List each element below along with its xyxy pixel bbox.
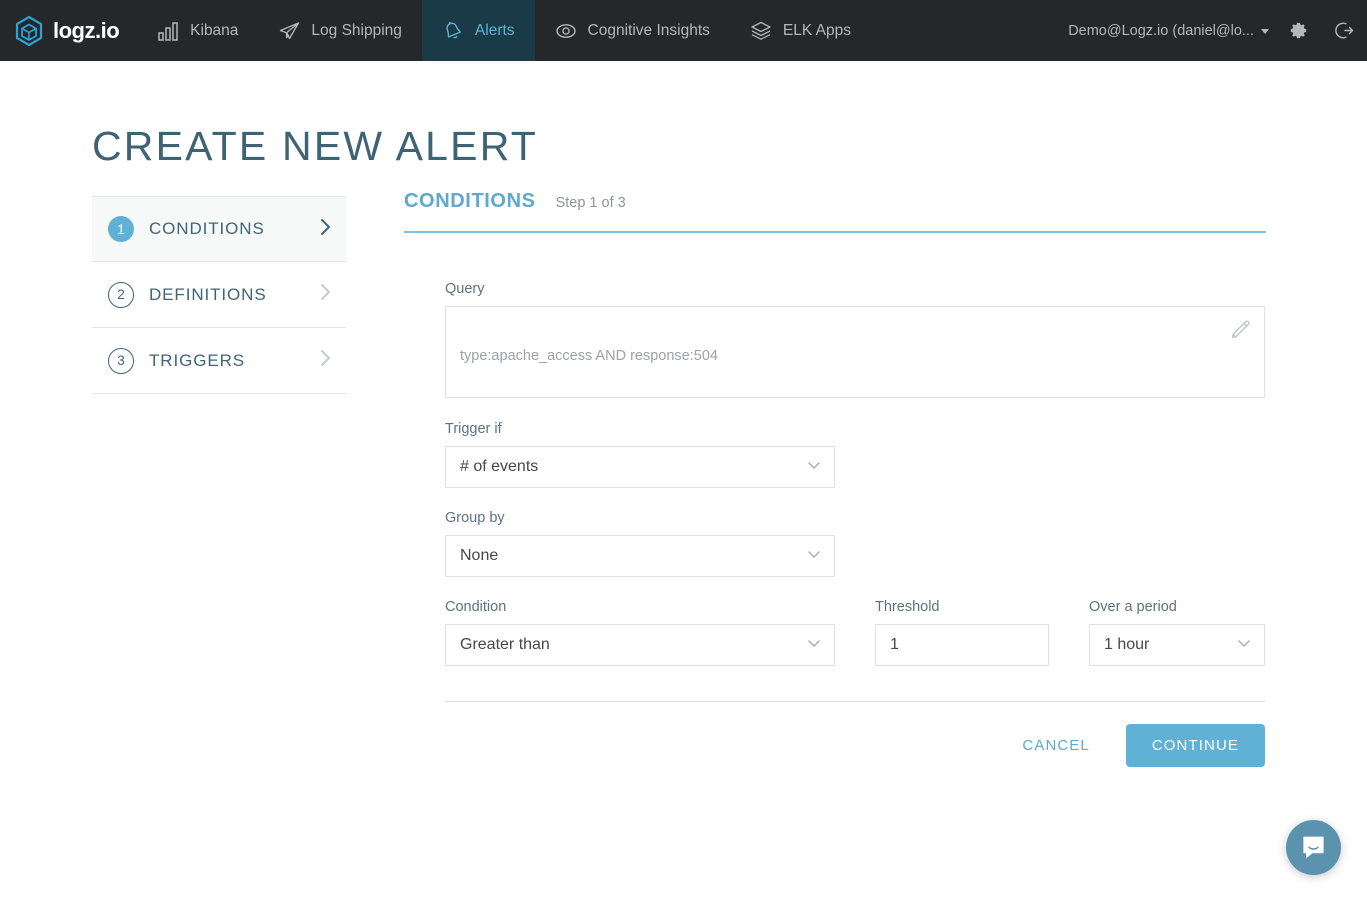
bell-icon <box>442 20 464 42</box>
threshold-group: Threshold 1 <box>875 599 1049 666</box>
chevron-right-icon <box>319 348 332 373</box>
condition-value: Greater than <box>460 636 550 653</box>
chat-bubble-icon <box>1300 834 1327 861</box>
nav-label-elk-apps: ELK Apps <box>782 21 851 39</box>
panel-step-indicator: Step 1 of 3 <box>555 195 626 211</box>
sidebar-step-label-definitions: DEFINITIONS <box>149 284 267 304</box>
step-badge-2: 2 <box>108 281 134 308</box>
continue-button[interactable]: CONTINUE <box>1125 724 1265 767</box>
group-by-select[interactable]: None <box>445 535 835 577</box>
nav-item-elk-apps[interactable]: ELK Apps <box>730 0 871 61</box>
logout-icon <box>1334 20 1355 41</box>
nav-label-cognitive-insights: Cognitive Insights <box>587 21 710 39</box>
condition-select[interactable]: Greater than <box>445 624 835 666</box>
group-by-label: Group by <box>445 510 505 526</box>
user-account-label: Demo@Logz.io (daniel@lo... <box>1068 22 1254 39</box>
chevron-right-icon <box>319 282 332 307</box>
condition-row: Condition Greater than Threshold 1 Over … <box>445 599 1266 666</box>
chat-launcher-button[interactable] <box>1286 820 1341 875</box>
gear-icon <box>1288 20 1309 41</box>
threshold-label: Threshold <box>875 599 940 615</box>
logout-button[interactable] <box>1321 0 1367 61</box>
cancel-button[interactable]: CANCEL <box>1004 725 1107 766</box>
bar-chart-icon <box>157 20 179 42</box>
chevron-down-icon <box>806 546 834 567</box>
nav-label-kibana: Kibana <box>190 21 239 39</box>
logzio-cube-icon <box>14 15 44 47</box>
top-navigation-bar: logz.io Kibana Log Shipping Alerts Cogni… <box>0 0 1367 61</box>
trigger-if-select[interactable]: # of events <box>445 446 835 488</box>
conditions-panel: CONDITIONS Step 1 of 3 Query type:apache… <box>404 190 1266 767</box>
group-by-value: None <box>460 547 499 564</box>
condition-label: Condition <box>445 599 507 615</box>
nav-item-alerts[interactable]: Alerts <box>421 0 535 61</box>
panel-title: CONDITIONS <box>404 190 536 212</box>
logzio-brand[interactable]: logz.io <box>0 0 137 61</box>
settings-button[interactable] <box>1275 0 1321 61</box>
panel-header: CONDITIONS Step 1 of 3 <box>404 190 1266 233</box>
query-label: Query <box>445 281 485 297</box>
trigger-if-value: # of events <box>460 458 539 475</box>
sidebar-step-definitions[interactable]: 2 DEFINITIONS <box>92 262 346 328</box>
threshold-input[interactable]: 1 <box>875 624 1049 666</box>
group-by-group: Group by None <box>445 510 1266 577</box>
over-a-period-label: Over a period <box>1089 599 1177 615</box>
sidebar-step-label-triggers: TRIGGERS <box>149 350 245 370</box>
chevron-down-icon <box>806 457 834 478</box>
nav-item-cognitive-insights[interactable]: Cognitive Insights <box>535 0 730 61</box>
chevron-right-icon <box>319 217 332 242</box>
user-account-menu[interactable]: Demo@Logz.io (daniel@lo... <box>1062 0 1275 61</box>
step-badge-3: 3 <box>108 347 134 374</box>
nav-label-log-shipping: Log Shipping <box>311 21 402 39</box>
sidebar-step-triggers[interactable]: 3 TRIGGERS <box>92 328 346 394</box>
brand-label: logz.io <box>53 17 120 43</box>
sidebar-step-conditions[interactable]: 1 CONDITIONS <box>92 196 346 262</box>
wizard-step-list: 1 CONDITIONS 2 DEFINITIONS 3 TRIGGERS <box>92 196 346 394</box>
trigger-if-group: Trigger if # of events <box>445 421 1266 488</box>
nav-item-log-shipping[interactable]: Log Shipping <box>258 0 422 61</box>
query-input[interactable]: type:apache_access AND response:504 <box>445 306 1265 398</box>
chevron-down-icon <box>806 635 834 656</box>
eye-icon <box>555 20 577 42</box>
page-title: CREATE NEW ALERT <box>92 123 539 170</box>
layers-icon <box>750 20 772 42</box>
paper-plane-icon <box>278 20 300 42</box>
over-a-period-group: Over a period 1 hour <box>1089 599 1265 666</box>
nav-label-alerts: Alerts <box>474 21 515 39</box>
conditions-form: Query type:apache_access AND response:50… <box>404 233 1266 767</box>
sidebar-step-label-conditions: CONDITIONS <box>149 219 265 238</box>
nav-item-kibana[interactable]: Kibana <box>137 0 258 61</box>
trigger-if-label: Trigger if <box>445 421 502 437</box>
chevron-down-icon <box>1236 635 1264 656</box>
form-divider <box>445 701 1265 702</box>
step-badge-1: 1 <box>108 216 134 242</box>
form-actions: CANCEL CONTINUE <box>445 724 1265 767</box>
chevron-down-icon <box>1261 29 1269 34</box>
over-a-period-value: 1 hour <box>1104 636 1150 653</box>
over-a-period-select[interactable]: 1 hour <box>1089 624 1265 666</box>
query-placeholder-text: type:apache_access AND response:504 <box>460 348 718 364</box>
pencil-icon[interactable] <box>1230 319 1251 340</box>
condition-group: Condition Greater than <box>445 599 835 666</box>
threshold-value: 1 <box>890 636 899 653</box>
